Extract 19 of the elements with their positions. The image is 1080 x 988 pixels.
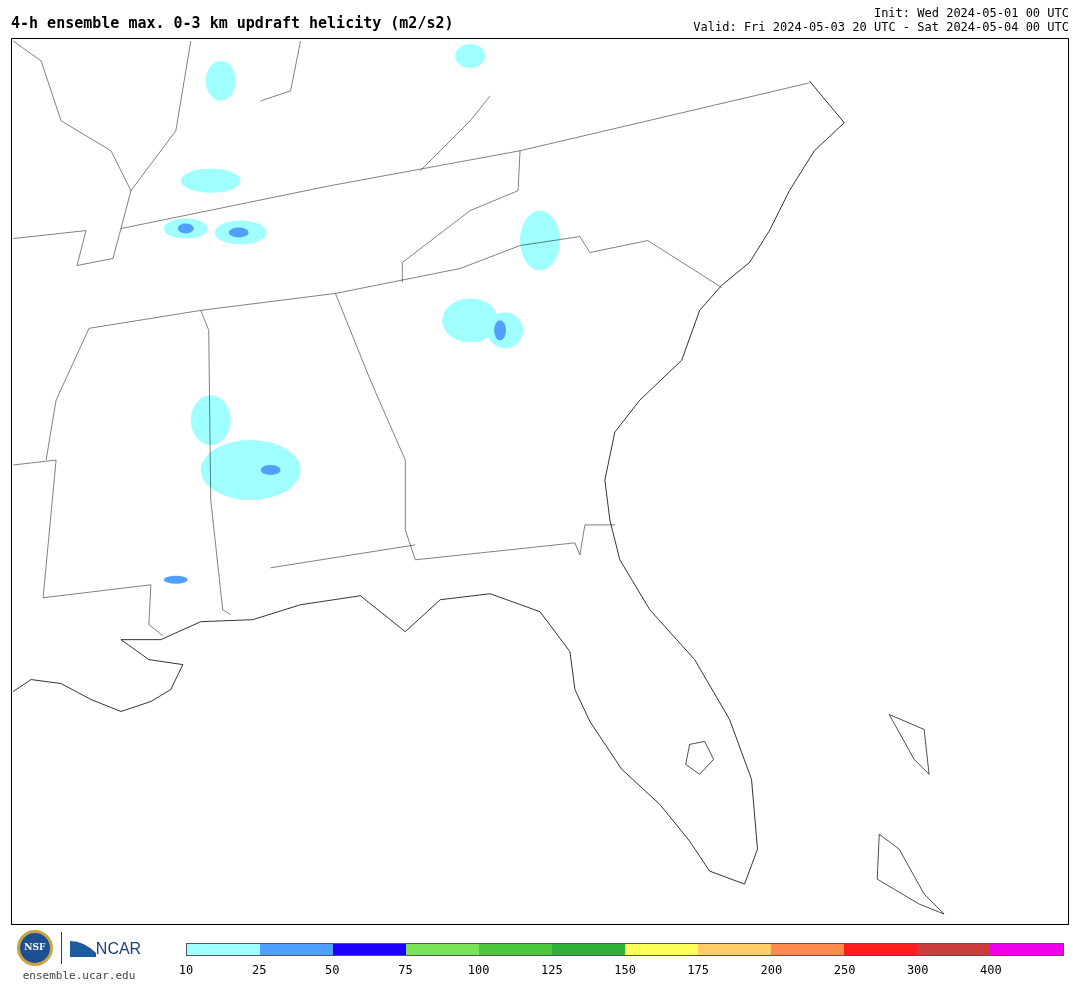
scale-label: 50 xyxy=(325,962,340,979)
scale-label: 75 xyxy=(398,962,413,979)
scale-label: 150 xyxy=(614,962,636,979)
ncar-mark-icon xyxy=(69,939,96,957)
scale-label: 100 xyxy=(467,962,490,979)
scale-label: 10 xyxy=(178,962,194,979)
valid-time: Valid: Fri 2024-05-03 20 UTC - Sat 2024-05-04 00 UTC xyxy=(693,20,1069,34)
scale-label: 25 xyxy=(251,962,267,979)
scale-label: 175 xyxy=(687,962,710,979)
scale-label: 300 xyxy=(906,962,929,979)
scale-label: 400 xyxy=(980,962,1002,979)
scale-label: 200 xyxy=(760,962,783,979)
chart-title: 4-h ensemble max. 0-3 km updraft helicity (m2/s2) xyxy=(11,12,454,34)
nsf-logo: NSF xyxy=(16,930,53,966)
ncar-logo: NCAR xyxy=(69,939,142,957)
scale-label: 250 xyxy=(833,962,856,979)
init-time: Init: Wed 2024-05-01 00 UTC xyxy=(873,6,1069,20)
site-url: ensemble.ucar.edu xyxy=(22,968,136,984)
scale-label: 125 xyxy=(541,962,563,979)
